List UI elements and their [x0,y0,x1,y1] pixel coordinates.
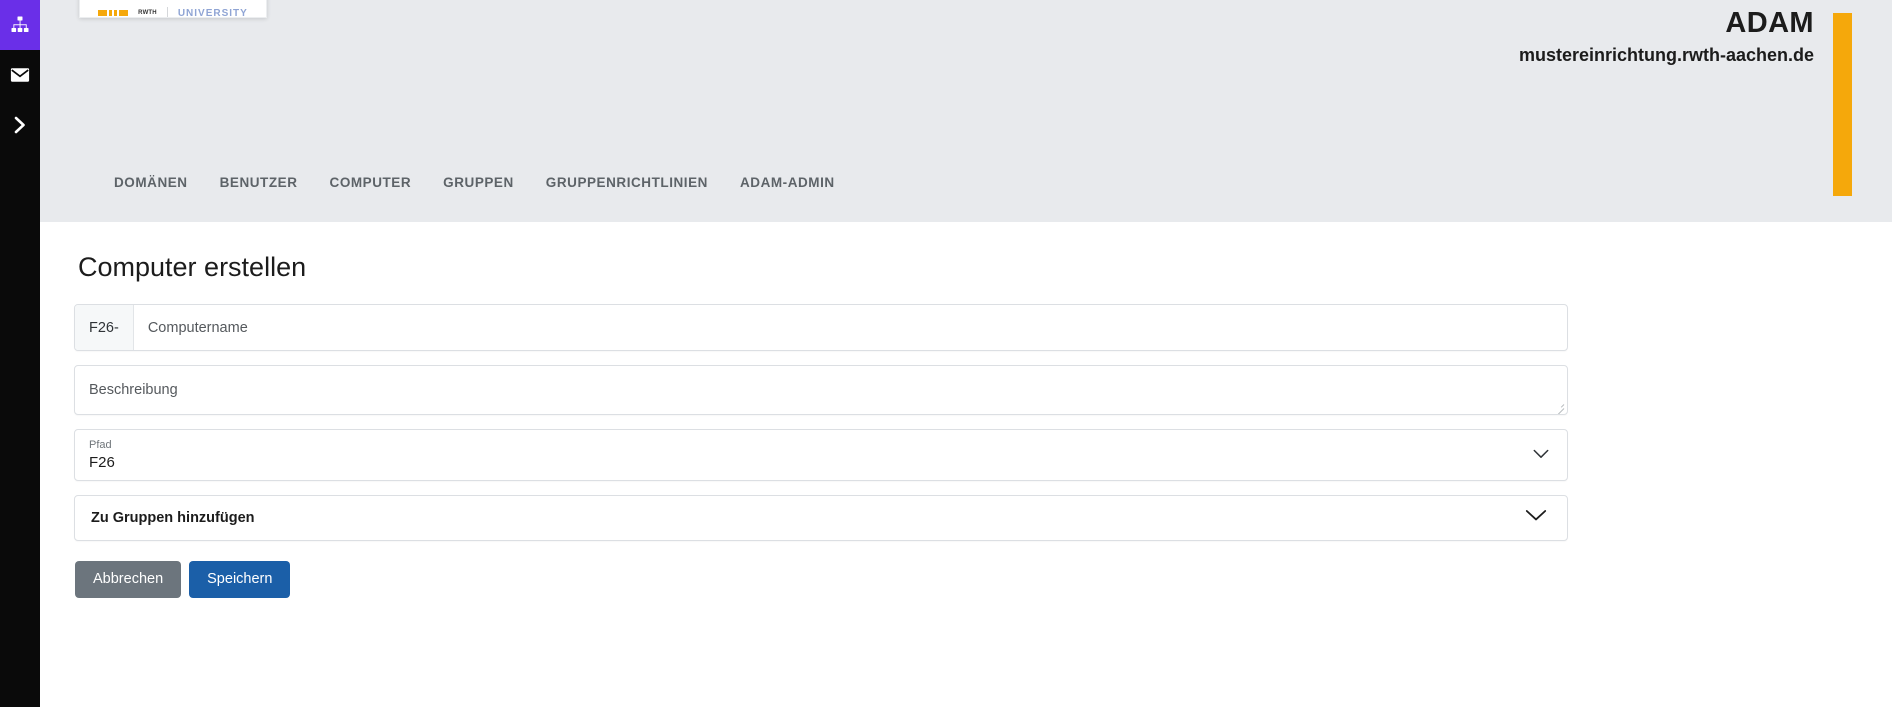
description-input[interactable] [75,366,1567,414]
main-content: Computer erstellen F26- Pfad [40,222,1892,707]
path-value: F26 [89,453,115,472]
tab-gruppenrichtlinien[interactable]: GRUPPENRICHTLINIEN [530,169,724,196]
rwth-logo-text: RWTH [138,10,157,16]
description-group [74,365,1568,415]
form-actions: Abbrechen Speichern [75,561,1852,598]
logo-divider [167,7,168,18]
path-field: Pfad F26 [74,429,1568,481]
cancel-button[interactable]: Abbrechen [75,561,181,598]
tab-gruppen[interactable]: GRUPPEN [427,169,530,196]
description-field [74,365,1568,415]
chevron-down-icon [1533,446,1549,464]
computer-name-prefix: F26- [75,305,134,350]
tab-domaenen[interactable]: DOMÄNEN [98,169,204,196]
main-nav: DOMÄNEN BENUTZER COMPUTER GRUPPEN GRUPPE… [40,169,851,196]
computer-name-input[interactable] [134,305,1567,350]
brand-block: ADAM mustereinrichtung.rwth-aachen.de [1519,5,1814,68]
tenant-domain: mustereinrichtung.rwth-aachen.de [1519,42,1814,68]
app-title: ADAM [1519,5,1814,41]
rwth-logo-mark [98,10,128,16]
save-button[interactable]: Speichern [189,561,290,598]
accent-bar [1833,13,1852,196]
right-column: RWTH UNIVERSITY ADAM mustereinrichtung.r… [40,0,1892,707]
tab-adam-admin[interactable]: ADAM-ADMIN [724,169,851,196]
page-header: RWTH UNIVERSITY ADAM mustereinrichtung.r… [40,0,1892,222]
chevron-down-icon [1525,509,1547,527]
app-root: RWTH UNIVERSITY ADAM mustereinrichtung.r… [0,0,1892,707]
rail-item-expand[interactable] [0,100,40,150]
groups-accordion-label: Zu Gruppen hinzufügen [91,510,255,526]
rwth-wordmark: UNIVERSITY [178,8,248,19]
page-title: Computer erstellen [78,250,1852,284]
rwth-logo: RWTH UNIVERSITY [79,0,267,18]
envelope-icon [10,67,30,83]
tab-benutzer[interactable]: BENUTZER [204,169,314,196]
computer-name-group: F26- [74,304,1568,351]
path-label: Pfad [89,438,115,452]
path-select[interactable]: Pfad F26 [74,429,1568,481]
groups-field: Zu Gruppen hinzufügen [74,495,1568,541]
sitemap-icon [10,15,30,35]
rail-item-domains[interactable] [0,0,40,50]
rail-item-mail[interactable] [0,50,40,100]
tab-computer[interactable]: COMPUTER [314,169,428,196]
chevron-right-icon [12,115,28,135]
left-rail [0,0,40,707]
computer-name-field: F26- [74,304,1568,351]
groups-accordion[interactable]: Zu Gruppen hinzufügen [74,495,1568,541]
